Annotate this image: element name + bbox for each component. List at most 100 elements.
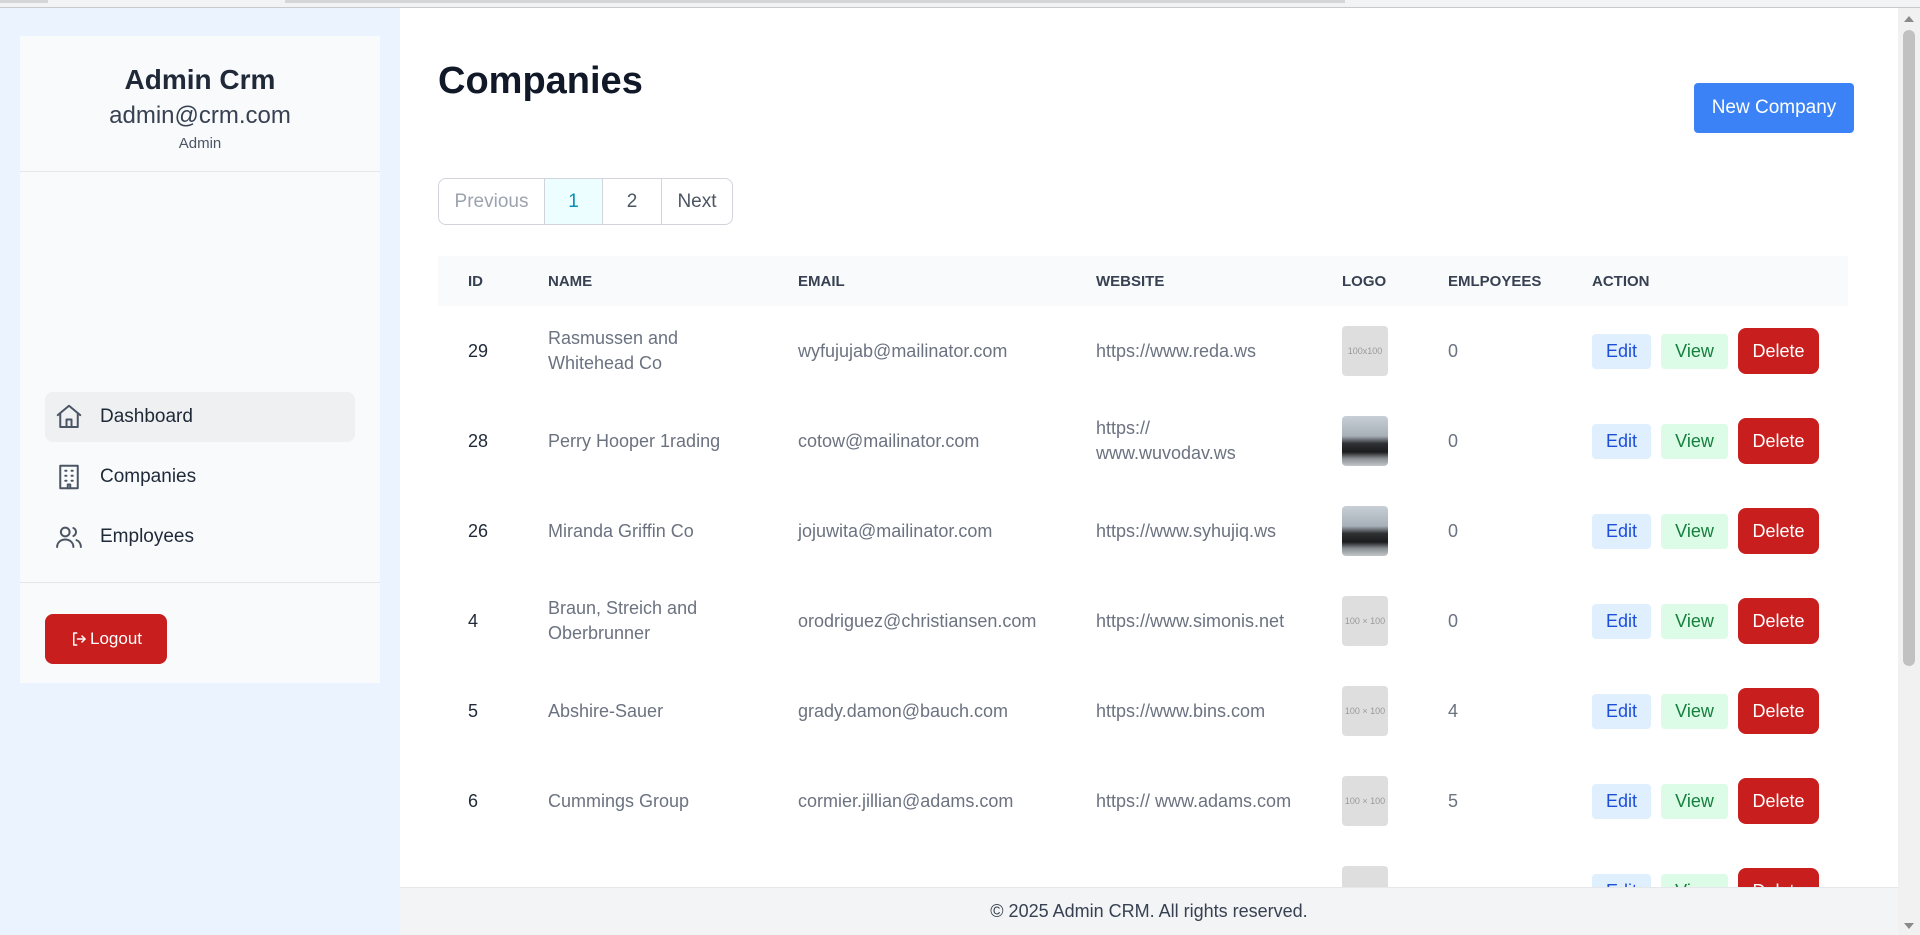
view-button[interactable]: View bbox=[1661, 603, 1728, 639]
delete-button[interactable]: Delete bbox=[1738, 328, 1819, 374]
company-logo bbox=[1342, 866, 1388, 887]
cell-actions: Edit View Delete bbox=[1562, 486, 1848, 576]
cell-email: grady.damon@bauch.com bbox=[798, 700, 1009, 721]
pagination-previous[interactable]: Previous bbox=[439, 179, 545, 224]
column-header-name: NAME bbox=[548, 272, 593, 290]
footer-text: © 2025 Admin CRM. All rights reserved. bbox=[990, 901, 1308, 921]
edit-button[interactable]: Edit bbox=[1592, 783, 1651, 819]
cell-email: cotow@mailinator.com bbox=[798, 430, 980, 451]
delete-button[interactable]: Delete bbox=[1738, 868, 1819, 887]
cell-logo bbox=[1312, 396, 1418, 486]
sidebar-item-label: Dashboard bbox=[100, 406, 193, 427]
logout-button[interactable]: Logout bbox=[45, 614, 167, 664]
browser-tab bbox=[0, 0, 48, 3]
cell-website: https://www.bins.com bbox=[1096, 700, 1266, 721]
delete-button[interactable]: Delete bbox=[1738, 508, 1819, 554]
logout-label: Logout bbox=[90, 629, 142, 648]
column-header-id: ID bbox=[468, 272, 483, 290]
sidebar-item-employees[interactable]: Employees bbox=[45, 512, 355, 562]
column-header-email: EMAIL bbox=[798, 272, 845, 290]
pagination-page-1[interactable]: 1 bbox=[545, 179, 603, 224]
sidebar-item-dashboard[interactable]: Dashboard bbox=[45, 392, 355, 442]
cell-name: Abshire-Sauer bbox=[548, 700, 664, 721]
view-button[interactable]: View bbox=[1661, 693, 1728, 729]
edit-button[interactable]: Edit bbox=[1592, 423, 1651, 459]
cell-actions: Edit View Delete bbox=[1562, 576, 1848, 666]
delete-button[interactable]: Delete bbox=[1738, 778, 1819, 824]
company-logo: 100 × 100 bbox=[1342, 596, 1388, 646]
profile-section: Admin Crm admin@crm.com Admin bbox=[20, 36, 380, 172]
view-button[interactable]: View bbox=[1661, 333, 1728, 369]
pagination: Previous 1 2 Next bbox=[438, 178, 733, 225]
browser-address-bar bbox=[285, 0, 1345, 3]
cell-employees: 4 bbox=[1448, 700, 1459, 721]
sidebar-nav: Dashboard Companies Employees bbox=[45, 392, 355, 572]
cell-name: Rasmussen and Whitehead Co bbox=[548, 328, 679, 373]
table-row: 29 Rasmussen and Whitehead Co wyfujujab@… bbox=[438, 306, 1848, 396]
cell-employees: 0 bbox=[1448, 520, 1459, 541]
scroll-up-arrow[interactable] bbox=[1904, 16, 1914, 22]
sidebar-item-companies[interactable]: Companies bbox=[45, 452, 355, 502]
company-logo-image bbox=[1342, 416, 1388, 466]
cell-name: Perry Hooper 1rading bbox=[548, 430, 721, 451]
home-icon bbox=[56, 404, 82, 428]
sidebar-item-label: Companies bbox=[100, 466, 197, 487]
table-row-partial: Edit View Delete bbox=[438, 846, 1848, 887]
page-scrollbar[interactable] bbox=[1898, 8, 1920, 935]
cell-id: 28 bbox=[468, 430, 489, 451]
cell-actions: Edit View Delete bbox=[1562, 306, 1848, 396]
column-header-action: ACTION bbox=[1592, 272, 1650, 290]
cell-name: Miranda Griffin Co bbox=[548, 520, 694, 541]
view-button[interactable]: View bbox=[1661, 423, 1728, 459]
delete-button[interactable]: Delete bbox=[1738, 418, 1819, 464]
table-row: 28 Perry Hooper 1rading cotow@mailinator… bbox=[438, 396, 1848, 486]
table-row: 5 Abshire-Sauer grady.damon@bauch.com ht… bbox=[438, 666, 1848, 756]
company-logo: 100 × 100 bbox=[1342, 776, 1388, 826]
delete-button[interactable]: Delete bbox=[1738, 598, 1819, 644]
scrollbar-thumb[interactable] bbox=[1903, 30, 1915, 666]
cell-website: https://www.reda.ws bbox=[1096, 340, 1257, 361]
cell-id: 5 bbox=[468, 700, 479, 721]
cell-id: 26 bbox=[468, 520, 489, 541]
new-company-button[interactable]: New Company bbox=[1694, 83, 1854, 133]
sidebar-divider bbox=[20, 582, 380, 583]
cell-actions: Edit View Delete bbox=[1562, 846, 1848, 887]
view-button[interactable]: View bbox=[1661, 783, 1728, 819]
page-title: Companies bbox=[438, 60, 643, 102]
view-button[interactable]: View bbox=[1661, 873, 1728, 887]
cell-employees: 0 bbox=[1448, 610, 1459, 631]
cell-email: cormier.jillian@adams.com bbox=[798, 790, 1014, 811]
column-header-website: WEBSITE bbox=[1096, 272, 1165, 290]
cell-email: wyfujujab@mailinator.com bbox=[798, 340, 1008, 361]
pagination-next[interactable]: Next bbox=[662, 179, 732, 224]
cell-actions: Edit View Delete bbox=[1562, 756, 1848, 846]
cell-name: Braun, Streich and Oberbrunner bbox=[548, 598, 698, 643]
users-icon bbox=[56, 526, 82, 548]
cell-id: 4 bbox=[468, 610, 479, 631]
cell-logo bbox=[1312, 486, 1418, 576]
cell-logo bbox=[1312, 846, 1418, 887]
cell-logo: 100 × 100 bbox=[1312, 666, 1418, 756]
pagination-page-2[interactable]: 2 bbox=[603, 179, 662, 224]
sidebar-item-label: Employees bbox=[100, 526, 194, 547]
view-button[interactable]: View bbox=[1661, 513, 1728, 549]
edit-button[interactable]: Edit bbox=[1592, 513, 1651, 549]
companies-table: ID NAME EMAIL WEBSITE LOGO EMLPOYEES ACT… bbox=[438, 256, 1848, 887]
app-name: Admin Crm bbox=[124, 64, 276, 95]
edit-button[interactable]: Edit bbox=[1592, 873, 1651, 887]
edit-button[interactable]: Edit bbox=[1592, 333, 1651, 369]
delete-button[interactable]: Delete bbox=[1738, 688, 1819, 734]
scroll-down-arrow[interactable] bbox=[1904, 923, 1914, 929]
cell-website: https:// www.adams.com bbox=[1096, 790, 1292, 811]
edit-button[interactable]: Edit bbox=[1592, 603, 1651, 639]
main-content: Companies New Company Previous 1 2 Next … bbox=[400, 8, 1898, 887]
building-icon bbox=[59, 464, 79, 490]
user-role: Admin bbox=[178, 135, 222, 152]
cell-website: https:// www.wuvodav.ws bbox=[1096, 418, 1236, 463]
left-panel: Admin Crm admin@crm.com Admin Dashboard … bbox=[0, 8, 400, 935]
browser-top-strip bbox=[0, 0, 1920, 8]
cell-employees: 5 bbox=[1448, 790, 1459, 811]
table-row: 6 Cummings Group cormier.jillian@adams.c… bbox=[438, 756, 1848, 846]
edit-button[interactable]: Edit bbox=[1592, 693, 1651, 729]
cell-name: Cummings Group bbox=[548, 790, 690, 811]
